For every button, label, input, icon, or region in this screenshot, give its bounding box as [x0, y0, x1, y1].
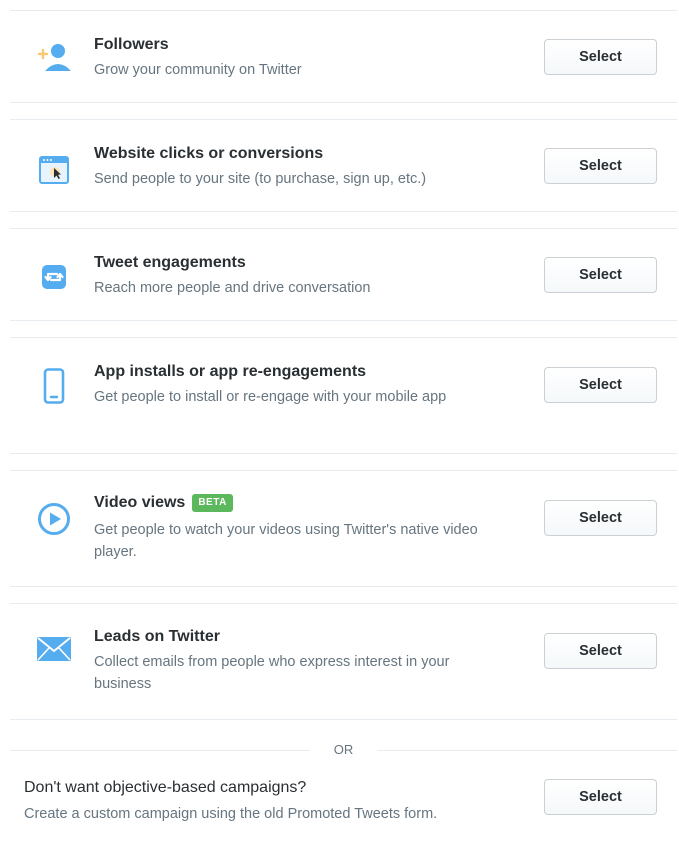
objective-card-video-views: Video views BETA Get people to watch you… — [10, 470, 677, 587]
objective-card-app-installs: App installs or app re-engagements Get p… — [10, 337, 677, 454]
mobile-phone-icon — [34, 366, 74, 406]
objective-card-tweet-engagements: Tweet engagements Reach more people and … — [10, 228, 677, 321]
divider — [377, 750, 677, 751]
objective-title: Leads on Twitter — [94, 628, 220, 645]
select-website-clicks-button[interactable]: Select — [544, 148, 657, 184]
select-leads-button[interactable]: Select — [544, 633, 657, 669]
objective-title: Followers — [94, 36, 169, 53]
objective-title: Website clicks or conversions — [94, 145, 324, 162]
retweet-icon — [34, 257, 74, 297]
objective-description: Send people to your site (to purchase, s… — [94, 171, 427, 187]
select-app-installs-button[interactable]: Select — [544, 367, 657, 403]
alternative-description: Create a custom campaign using the old P… — [24, 806, 438, 822]
envelope-icon — [34, 629, 74, 669]
objective-description: Get people to watch your videos using Tw… — [94, 522, 478, 560]
beta-badge: BETA — [192, 494, 233, 512]
objective-card-leads: Leads on Twitter Collect emails from peo… — [10, 603, 677, 720]
or-separator: OR — [10, 740, 677, 760]
select-tweet-engagements-button[interactable]: Select — [544, 257, 657, 293]
select-followers-button[interactable]: Select — [544, 39, 657, 75]
objective-title: Video views BETA — [94, 494, 233, 512]
objective-description: Grow your community on Twitter — [94, 62, 302, 78]
objective-description: Get people to install or re-engage with … — [94, 389, 447, 405]
objective-description: Reach more people and drive conversation — [94, 280, 371, 296]
alternative-title: Don't want objective-based campaigns? — [24, 779, 307, 796]
objective-description: Collect emails from people who express i… — [94, 654, 450, 692]
select-video-views-button[interactable]: Select — [544, 500, 657, 536]
add-follower-icon — [34, 37, 74, 77]
objective-title: App installs or app re-engagements — [94, 363, 367, 380]
play-icon — [34, 499, 74, 539]
browser-cursor-icon — [34, 150, 74, 190]
objective-title: Tweet engagements — [94, 254, 246, 271]
objective-card-website-clicks: Website clicks or conversions Send peopl… — [10, 119, 677, 212]
select-custom-campaign-button[interactable]: Select — [544, 779, 657, 815]
objective-card-followers: Followers Grow your community on Twitter… — [10, 10, 677, 103]
objective-title-text: Video views — [94, 494, 186, 511]
